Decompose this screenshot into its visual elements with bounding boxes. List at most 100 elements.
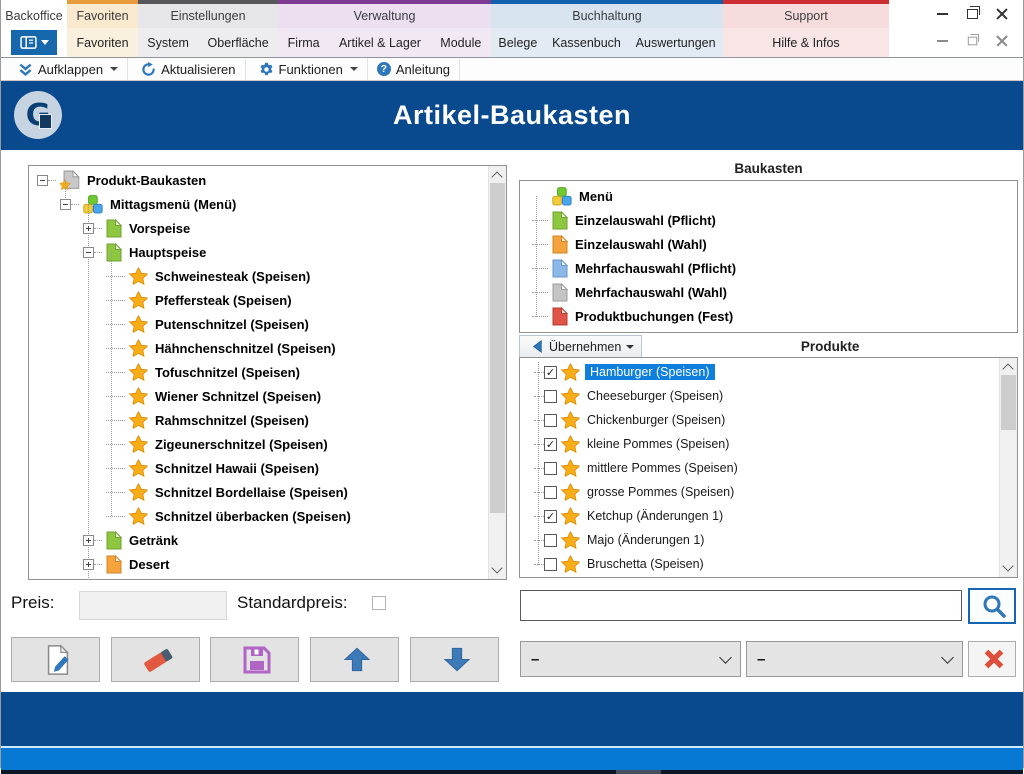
checkbox-checked[interactable]: ✓: [544, 366, 557, 379]
tab-system[interactable]: System: [143, 36, 193, 50]
toolbar: AufklappenAktualisierenFunktionen?Anleit…: [1, 57, 1023, 81]
product-row[interactable]: ✓kleine Pommes (Speisen): [520, 432, 1000, 456]
baukasten-item[interactable]: Einzelauswahl (Pflicht): [520, 208, 1017, 232]
checkbox-checked[interactable]: ✓: [544, 510, 557, 523]
checkbox-unchecked[interactable]: [544, 462, 557, 475]
tree-item[interactable]: Desert: [29, 552, 489, 576]
product-row[interactable]: Bruschetta (Speisen): [520, 552, 1000, 576]
scrollbar-thumb[interactable]: [490, 183, 505, 513]
scroll-up-icon[interactable]: [1000, 359, 1016, 375]
toolbar-funktionen-button[interactable]: Funktionen: [246, 58, 368, 80]
tree-connector: [534, 396, 544, 397]
scroll-up-icon[interactable]: [489, 167, 505, 183]
tree-item[interactable]: Vorspeise: [29, 216, 489, 240]
tree-item[interactable]: Schweinesteak (Speisen): [29, 264, 489, 288]
tree-item[interactable]: Pfeffersteak (Speisen): [29, 288, 489, 312]
product-row[interactable]: Chickenburger (Speisen): [520, 408, 1000, 432]
checkbox-unchecked[interactable]: [544, 534, 557, 547]
checkbox-unchecked[interactable]: [544, 486, 557, 499]
product-row[interactable]: mittlere Pommes (Speisen): [520, 456, 1000, 480]
erase-button[interactable]: [111, 637, 200, 682]
expand-icon[interactable]: [83, 223, 94, 234]
ribbon-tab-einstellungen[interactable]: Einstellungen: [138, 4, 278, 28]
tree-item[interactable]: Putenschnitzel (Speisen): [29, 312, 489, 336]
baukasten-item[interactable]: Produktbuchungen (Fest): [520, 304, 1017, 328]
product-row[interactable]: grosse Pommes (Speisen): [520, 480, 1000, 504]
tab-auswertungen[interactable]: Auswertungen: [632, 36, 720, 50]
toolbar-anleitung-button[interactable]: ?Anleitung: [368, 58, 460, 80]
tab-belege[interactable]: Belege: [494, 36, 541, 50]
checkbox-unchecked[interactable]: [544, 414, 557, 427]
ribbon-tab-backoffice[interactable]: Backoffice: [1, 4, 67, 28]
move-down-button[interactable]: [410, 637, 499, 682]
save-button[interactable]: [210, 637, 299, 682]
expand-icon[interactable]: [83, 559, 94, 570]
product-row[interactable]: Majo (Änderungen 1): [520, 528, 1000, 552]
tab-firma[interactable]: Firma: [284, 36, 324, 50]
tree-item[interactable]: Wiener Schnitzel (Speisen): [29, 384, 489, 408]
toolbar-aktualisieren-button[interactable]: Aktualisieren: [128, 58, 245, 80]
baukasten-item[interactable]: Einzelauswahl (Wahl): [520, 232, 1017, 256]
filter-dropdown-1[interactable]: –: [520, 641, 741, 677]
close-button[interactable]: [987, 0, 1017, 28]
tree-item[interactable]: Schnitzel Hawaii (Speisen): [29, 456, 489, 480]
tree-item[interactable]: Zigeunerschnitzel (Speisen): [29, 432, 489, 456]
scroll-down-icon[interactable]: [1000, 560, 1016, 576]
tree-item-partial[interactable]: [29, 576, 489, 580]
ribbon-tab-favoriten[interactable]: Favoriten: [67, 4, 138, 28]
tree-item[interactable]: Getränk: [29, 528, 489, 552]
tree-item[interactable]: Hauptspeise: [29, 240, 489, 264]
help-icon: ?: [377, 62, 391, 76]
scroll-down-icon[interactable]: [489, 562, 505, 578]
close-child-button[interactable]: [987, 28, 1017, 54]
toolbar-aufklappen-button[interactable]: Aufklappen: [5, 58, 128, 80]
tree-scrollbar[interactable]: [488, 166, 506, 579]
minimize-button[interactable]: [927, 0, 957, 28]
tree-connector: [94, 564, 102, 565]
collapse-icon[interactable]: [37, 175, 48, 186]
search-input[interactable]: [520, 590, 962, 621]
scrollbar-thumb[interactable]: [1001, 375, 1016, 430]
tab-module[interactable]: Module: [436, 36, 485, 50]
baukasten-item[interactable]: Mehrfachauswahl (Wahl): [520, 280, 1017, 304]
move-up-button[interactable]: [310, 637, 399, 682]
tree-item[interactable]: Rahmschnitzel (Speisen): [29, 408, 489, 432]
product-row[interactable]: ✓Hamburger (Speisen): [520, 360, 1000, 384]
restore-button[interactable]: [957, 0, 987, 28]
tree-item[interactable]: Produkt-Baukasten: [29, 168, 489, 192]
expand-icon[interactable]: [83, 535, 94, 546]
tab-favoriten[interactable]: Favoriten: [72, 36, 132, 50]
new-item-button[interactable]: [11, 637, 100, 682]
tree-item[interactable]: Hähnchenschnitzel (Speisen): [29, 336, 489, 360]
checkbox-unchecked[interactable]: [544, 390, 557, 403]
ribbon-tab-support[interactable]: Support: [723, 4, 889, 28]
collapse-icon[interactable]: [83, 247, 94, 258]
ribbon-tab-verwaltung[interactable]: Verwaltung: [278, 4, 491, 28]
tab-artikel-&-lager[interactable]: Artikel & Lager: [335, 36, 425, 50]
apply-button[interactable]: Übernehmen: [519, 335, 642, 358]
preis-input[interactable]: [79, 591, 227, 620]
tab-kassenbuch[interactable]: Kassenbuch: [548, 36, 625, 50]
produkte-scrollbar[interactable]: [999, 358, 1017, 577]
collapse-icon[interactable]: [60, 199, 71, 210]
product-row[interactable]: ✓Ketchup (Änderungen 1): [520, 504, 1000, 528]
ribbon-tab-buchhaltung[interactable]: Buchhaltung: [491, 4, 723, 28]
product-row[interactable]: Cheeseburger (Speisen): [520, 384, 1000, 408]
baukasten-item[interactable]: Menü: [520, 184, 1017, 208]
tree-item[interactable]: Mittagsmenü (Menü): [29, 192, 489, 216]
standardpreis-checkbox[interactable]: [372, 596, 386, 610]
tree-item[interactable]: Schnitzel Bordellaise (Speisen): [29, 480, 489, 504]
nav-menu-button[interactable]: [11, 30, 57, 55]
tree-item[interactable]: Tofuschnitzel (Speisen): [29, 360, 489, 384]
tab-hilfe-&-infos[interactable]: Hilfe & Infos: [768, 36, 843, 50]
restore-child-button[interactable]: [957, 28, 987, 54]
checkbox-checked[interactable]: ✓: [544, 438, 557, 451]
delete-button[interactable]: [968, 641, 1016, 677]
checkbox-unchecked[interactable]: [544, 558, 557, 571]
search-button[interactable]: [968, 588, 1016, 624]
tree-item[interactable]: Schnitzel überbacken (Speisen): [29, 504, 489, 528]
filter-dropdown-2[interactable]: –: [746, 641, 963, 677]
tab-oberfläche[interactable]: Oberfläche: [204, 36, 273, 50]
baukasten-item[interactable]: Mehrfachauswahl (Pflicht): [520, 256, 1017, 280]
minimize-child-button[interactable]: [927, 28, 957, 54]
